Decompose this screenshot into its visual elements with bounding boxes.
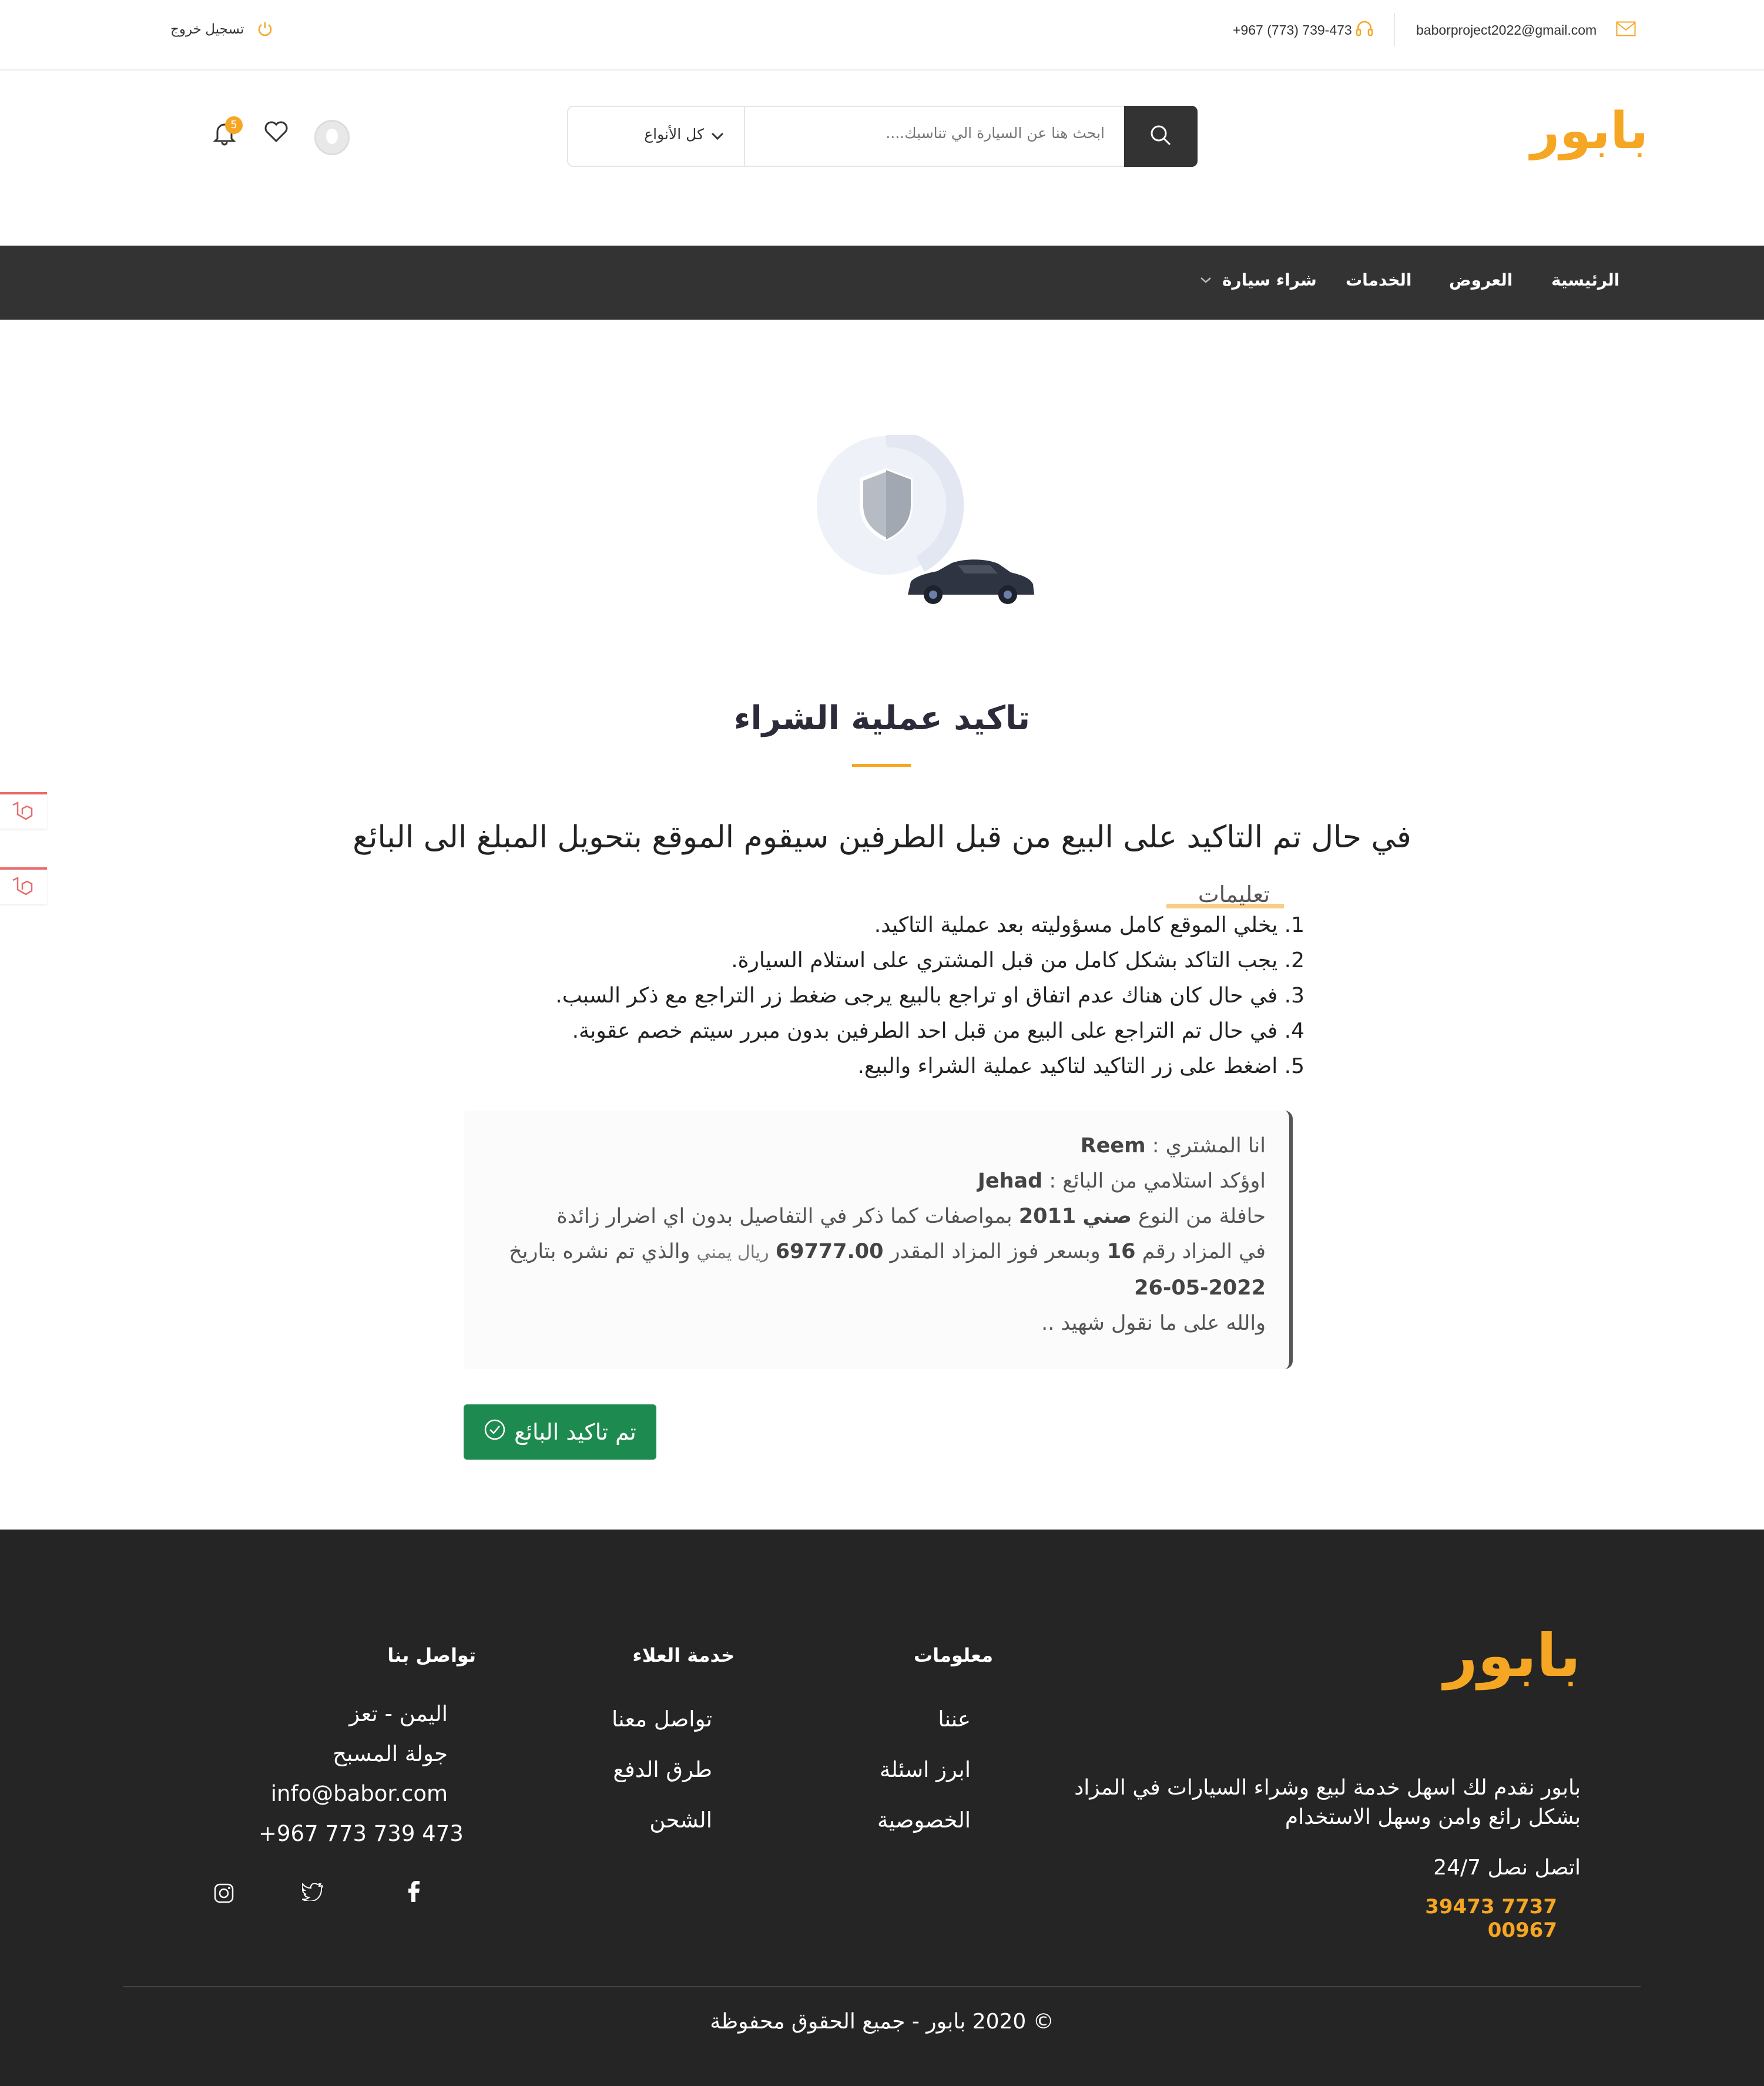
top-bar: baborproject2022@gmail.com +967 (773) 73… [0,0,1764,71]
seller-confirmed-label: تم تاكيد البائع [514,1419,636,1445]
chevron-down-icon [710,130,725,145]
avatar[interactable] [314,120,350,155]
logo-text: بابور [1530,102,1648,160]
footer-info-links: عننا ابرز اسئلة الخصوصية [823,1694,971,1846]
buyer-name: Reem [1080,1134,1146,1158]
vehicle-line: حافلة من النوع صني 2011 بمواصفات كما ذكر… [488,1199,1266,1234]
nav-item-offers[interactable]: العروض [1449,270,1513,290]
category-select[interactable]: كل الأنواع [569,107,744,166]
footer-service-title: خدمة العلاء [632,1644,735,1666]
nav-item-buy-car[interactable]: شراء سيارة [1222,270,1317,290]
power-icon [256,20,274,40]
nav-item-services[interactable]: الخدمات [1346,270,1411,290]
footer-email[interactable]: info@babor.com [259,1774,448,1814]
footer-link-shipping[interactable]: الشحن [558,1795,712,1846]
search-divider [744,107,745,166]
footer-link-contact[interactable]: تواصل معنا [558,1694,712,1745]
footer-divider [123,1986,1641,1987]
seller-line: اوؤكد استلامي من البائع : Jehad [488,1163,1266,1199]
contact-email[interactable]: baborproject2022@gmail.com [1416,22,1597,38]
nav-item-home[interactable]: الرئيسية [1551,270,1619,290]
logout-link[interactable]: تسجيل خروج [170,21,244,37]
vehicle-label: حافلة من النوع [1138,1205,1266,1228]
footer-contact-label: اتصل نصل 24/7 [1433,1856,1581,1880]
title-underline [852,764,911,767]
footer-logo-text: بابور [1444,1621,1581,1690]
check-circle-icon [484,1418,506,1446]
notification-badge: 5 [225,116,243,134]
heart-icon[interactable] [263,120,289,146]
mail-icon [1616,21,1636,39]
footer-description-line: بابور نقدم لك اسهل خدمة لبيع وشراء السيا… [1074,1776,1581,1800]
instructions-list: 1. يخلي الموقع كامل مسؤوليته بعد عملية ا… [353,908,1304,1084]
footer-contact-phone[interactable]: 39473 7737 00967 [1363,1895,1557,1942]
chevron-down-icon [1199,275,1213,288]
side-tab[interactable] [0,792,47,829]
footer-description-line: بشكل رائع وامن وسهل الاستخدام [1285,1805,1581,1829]
footer-service-links: تواصل معنا طرق الدفع الشحن [558,1694,712,1846]
date-line: 26-05-2022 [488,1270,1266,1306]
copyright: © 2020 بابور - جميع الحقوق محفوظة [710,2010,1054,2034]
instructions-title: تعليمات [1198,881,1270,907]
footer-contact-lines: اليمن - تعز جولة المسبح info@babor.com +… [259,1694,464,1854]
vehicle-condition: بمواصفات كما ذكر في التفاصيل بدون اي اضر… [556,1205,1012,1228]
seller-label: اوؤكد استلامي من البائع : [1049,1169,1266,1193]
site-footer: بابور بابور نقدم لك اسهل خدمة لبيع وشراء… [0,1530,1764,2086]
search-button[interactable] [1124,106,1198,167]
site-logo[interactable]: بابور [1519,99,1648,163]
footer-description: بابور نقدم لك اسهل خدمة لبيع وشراء السيا… [999,1773,1581,1832]
auction-line: في المزاد رقم 16 وبسعر فوز المزاد المقدر… [488,1234,1266,1270]
divider [1394,13,1395,46]
search-icon [1149,123,1172,149]
footer-link-privacy[interactable]: الخصوصية [823,1795,971,1846]
search-input[interactable]: ابحث هنا عن السيارة الي تناسبك.... [764,125,1105,142]
vehicle-year: 2011 [1018,1205,1076,1228]
laravel-icon [11,876,34,900]
confirmation-statement: انا المشتري : Reem اوؤكد استلامي من البا… [464,1111,1293,1369]
logout-label: تسجيل خروج [170,21,244,36]
seller-confirmed-button[interactable]: تم تاكيد البائع [464,1404,656,1460]
main-nav: الرئيسية العروض الخدمات شراء سيارة [0,246,1764,320]
secure-purchase-illustration [811,429,1040,613]
auction-label: في المزاد رقم [1142,1240,1266,1263]
date-label: والذي تم نشره بتاريخ [509,1240,690,1263]
auction-number: 16 [1106,1240,1136,1263]
instagram-icon[interactable] [214,1883,234,1906]
price-label: وبسعر فوز المزاد المقدر [890,1240,1101,1263]
buyer-line: انا المشتري : Reem [488,1128,1266,1163]
footer-info-title: معلومات [914,1644,993,1666]
auction-price: 69777.00 [775,1240,884,1263]
list-item: 1. يخلي الموقع كامل مسؤوليته بعد عملية ا… [874,913,1304,937]
footer-link-about[interactable]: عننا [823,1694,971,1745]
list-item: 4. في حال تم التراجع على البيع من قبل اح… [572,1019,1304,1043]
footer-link-payment[interactable]: طرق الدفع [558,1745,712,1795]
list-item: 5. اضغط على زر التاكيد لتاكيد عملية الشر… [857,1054,1304,1078]
currency-label: ريال يمني [696,1242,769,1263]
category-select-label: كل الأنواع [644,126,704,143]
list-item: 2. يجب التاكد بشكل كامل من قبل المشتري ع… [731,948,1304,972]
buyer-label: انا المشتري : [1152,1134,1266,1158]
headset-icon [1354,19,1374,41]
side-tab[interactable] [0,867,47,904]
seller-name: Jehad [977,1169,1043,1193]
laravel-icon [11,801,34,825]
footer-contact-title: تواصل بنا [387,1644,476,1666]
list-item: 3. في حال كان هناك عدم اتفاق او تراجع با… [555,984,1304,1008]
confirmation-headline: في حال تم التاكيد على البيع من قبل الطرف… [353,820,1411,855]
footer-address-area: جولة المسبح [333,1741,448,1766]
footer-address-city: اليمن - تعز [349,1701,448,1726]
published-date: 26-05-2022 [1134,1276,1266,1300]
closing-line: والله على ما نقول شهيد .. [1041,1312,1266,1335]
vehicle-type: صني [1082,1205,1132,1228]
page-title: تاكيد عملية الشراء [733,699,1031,737]
footer-link-faq[interactable]: ابرز اسئلة [823,1745,971,1795]
twitter-icon[interactable] [301,1882,323,1903]
footer-phone[interactable]: +967 773 739 473 [259,1814,464,1854]
facebook-icon[interactable] [407,1881,421,1904]
contact-phone[interactable]: +967 (773) 739-473 [1233,22,1352,38]
